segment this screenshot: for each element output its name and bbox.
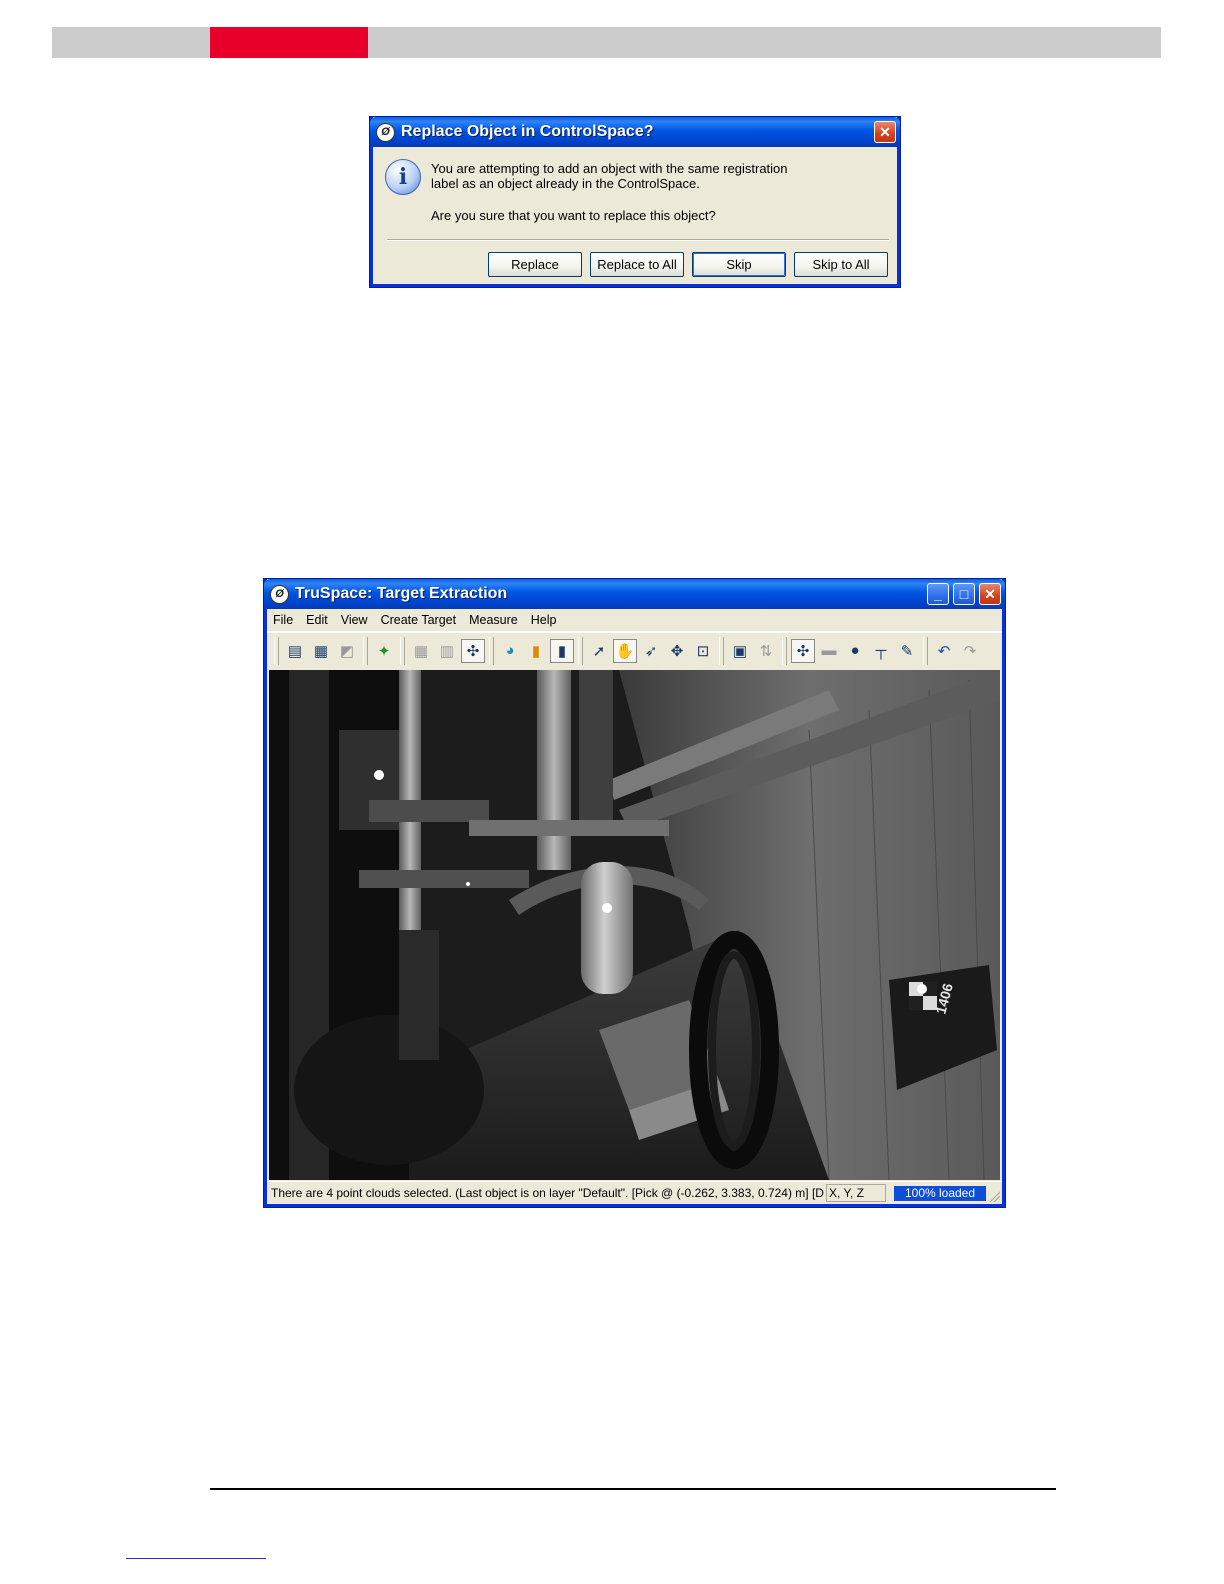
dialog-message-line1: You are attempting to add an object with… (431, 161, 788, 176)
color-mode-icon[interactable]: ◕ (498, 639, 522, 663)
replace-button[interactable]: Replace (488, 252, 582, 277)
app-title: TruSpace: Target Extraction (295, 585, 508, 602)
intensity-mode-icon[interactable]: ▮ (524, 639, 548, 663)
toolbar-separator (923, 636, 928, 665)
dialog-titlebar[interactable]: Ø Replace Object in ControlSpace? ✕ (370, 117, 900, 147)
minimize-button[interactable]: _ (927, 583, 949, 605)
replace-to-all-button[interactable]: Replace to All (590, 252, 684, 277)
skip-to-all-button[interactable]: Skip to All (794, 252, 888, 277)
close-button[interactable]: ✕ (979, 583, 1001, 605)
dialog-question: Are you sure that you want to replace th… (431, 208, 716, 223)
orbit-icon[interactable]: ✥ (665, 639, 689, 663)
truspace-window: Ø TruSpace: Target Extraction _ □ ✕ File… (264, 579, 1005, 1207)
toolbar-separator (578, 636, 583, 665)
target-measure-icon[interactable]: ┬ (869, 639, 893, 663)
target-sphere-icon[interactable]: ● (843, 639, 867, 663)
save-scan-icon[interactable]: ▦ (309, 639, 333, 663)
target-add-icon[interactable]: ✣ (791, 638, 815, 663)
menu-measure[interactable]: Measure (469, 613, 518, 627)
dialog-message: You are attempting to add an object with… (431, 161, 791, 191)
maximize-button[interactable]: □ (953, 583, 975, 605)
grid-icon[interactable]: ▦ (409, 639, 433, 663)
resize-grip-icon[interactable] (988, 1190, 1000, 1202)
status-text: There are 4 point clouds selected. (Last… (271, 1186, 824, 1200)
menu-help[interactable]: Help (531, 613, 557, 627)
target-marker[interactable] (602, 903, 612, 913)
undo-icon[interactable]: ↶ (932, 639, 956, 663)
skip-button[interactable]: Skip (692, 252, 786, 277)
app-titlebar[interactable]: Ø TruSpace: Target Extraction _ □ ✕ (264, 579, 1005, 609)
toolbar-separator (782, 636, 787, 665)
export-icon[interactable]: ◩ (335, 639, 359, 663)
target-plane-icon[interactable]: ▬ (817, 639, 841, 663)
satellite-icon[interactable]: ✦ (372, 639, 396, 663)
point-cloud-scene: 1406 (269, 670, 1000, 1180)
pick-targets-icon[interactable]: ✣ (461, 638, 485, 663)
menu-file[interactable]: File (273, 613, 293, 627)
point-cloud-viewport[interactable]: 1406 (269, 670, 1000, 1180)
open-scan-icon[interactable]: ▤ (283, 639, 307, 663)
menu-bar: File Edit View Create Target Measure Hel… (267, 609, 1002, 632)
pick-icon[interactable]: ➶ (639, 639, 663, 663)
dialog-separator (387, 239, 889, 241)
toolbar-separator (489, 636, 494, 665)
footer-rule (210, 1488, 1056, 1490)
target-marker-small[interactable] (466, 882, 470, 886)
dialog-message-line2: label as an object already in the Contro… (431, 176, 700, 191)
information-icon: i (385, 159, 421, 195)
dialog-close-button[interactable]: ✕ (874, 121, 896, 143)
menu-create-target[interactable]: Create Target (381, 613, 457, 627)
status-bar: There are 4 point clouds selected. (Last… (267, 1181, 1002, 1204)
app-logo-icon: Ø (270, 584, 289, 604)
coordinate-field: X, Y, Z (826, 1184, 886, 1202)
zoom-icon[interactable]: ⊡ (691, 639, 715, 663)
select-icon[interactable]: ➚ (587, 639, 611, 663)
toolbar: ▤ ▦ ◩ ✦ ▦ ▥ ✣ ◕ ▮ ▮ ➚ ✋ ➶ ✥ ⊡ ▣ ⇅ ✣ ▬ ● … (267, 632, 1002, 668)
grid-alt-icon[interactable]: ▥ (435, 639, 459, 663)
pan-icon[interactable]: ✋ (613, 638, 637, 663)
page-header-accent (210, 27, 368, 58)
redo-icon[interactable]: ↷ (958, 639, 982, 663)
footer-link-underline[interactable] (126, 1558, 266, 1559)
target-marker[interactable] (374, 770, 384, 780)
toolbar-separator (363, 636, 368, 665)
toolbar-separator (719, 636, 724, 665)
target-marker[interactable] (917, 984, 927, 994)
target-edit-icon[interactable]: ✎ (895, 639, 919, 663)
toolbar-grip[interactable] (274, 636, 279, 665)
menu-view[interactable]: View (341, 613, 368, 627)
dialog-title: Replace Object in ControlSpace? (401, 123, 654, 140)
swap-icon[interactable]: ⇅ (754, 639, 778, 663)
menu-edit[interactable]: Edit (306, 613, 328, 627)
report-icon[interactable]: ▣ (728, 639, 752, 663)
load-progress: 100% loaded (894, 1185, 986, 1201)
app-logo-icon: Ø (376, 122, 395, 142)
grayscale-mode-icon[interactable]: ▮ (550, 638, 574, 663)
toolbar-separator (400, 636, 405, 665)
replace-object-dialog: Ø Replace Object in ControlSpace? ✕ i Yo… (370, 117, 900, 287)
